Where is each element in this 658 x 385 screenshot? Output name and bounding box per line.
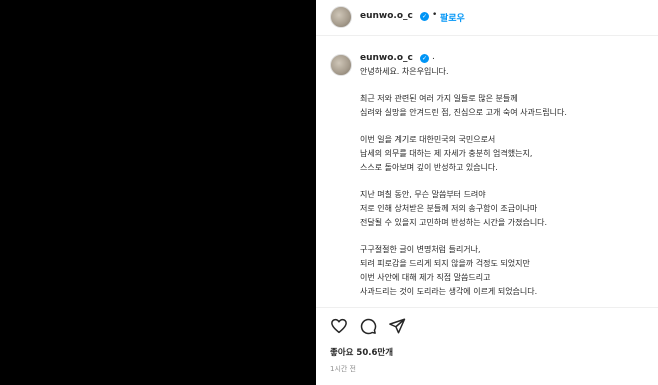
post-actions (316, 313, 658, 337)
post-media[interactable] (0, 0, 316, 385)
caption-line: 사과드리는 것이 도리라는 생각에 이르게 되었습니다. (360, 287, 538, 296)
caption-author-username[interactable]: eunwo.o_c (360, 53, 413, 63)
caption-line: 스스로 돌아보며 깊이 반성하고 있습니다. (360, 163, 498, 172)
caption-line: 납세의 의무를 대하는 제 자세가 충분히 엄격했는지, (360, 149, 533, 158)
caption-author-avatar[interactable] (330, 54, 352, 76)
share-icon (389, 318, 406, 334)
caption-line: 심려와 실망을 안겨드린 점, 진심으로 고개 숙여 사과드립니다. (360, 108, 567, 117)
caption-paragraph: 최근 저와 관련된 여러 가지 일들로 많은 분들께 심려와 실망을 안겨드린 … (360, 92, 650, 120)
like-button[interactable] (330, 317, 348, 335)
caption-verified-badge-icon: ✓ (420, 54, 429, 63)
header-separator: • (432, 10, 438, 20)
caption-line: 전달될 수 있을지 고민하며 반성하는 시간을 가졌습니다. (360, 218, 548, 227)
actions-divider (316, 307, 658, 308)
comment-icon (360, 318, 377, 335)
share-button[interactable] (388, 317, 406, 335)
follow-button[interactable]: 팔로우 (440, 11, 465, 24)
post-side-panel: eunwo.o_c ✓ • 팔로우 eunwo.o_c ✓ . 안녕하세요. 차… (316, 0, 658, 385)
post-timestamp[interactable]: 1시간 전 (330, 364, 356, 374)
caption-paragraph: 구구절절한 글이 변명처럼 들리거나, 되려 피로감을 드리게 되지 않을까 걱… (360, 243, 650, 299)
caption-line: 되려 피로감을 드리게 되지 않을까 걱정도 되었지만 (360, 259, 530, 268)
caption-paragraph: 지난 며칠 동안, 무슨 말씀부터 드려야 저로 인해 상처받은 분들께 저의 … (360, 188, 650, 230)
heart-icon (331, 318, 347, 334)
comment-button[interactable] (359, 317, 377, 335)
post-caption: 안녕하세요. 차은우입니다. 최근 저와 관련된 여러 가지 일들로 많은 분들… (360, 65, 650, 299)
caption-line: 이번 일을 계기로 대한민국의 국민으로서 (360, 135, 496, 144)
caption-line: 저로 인해 상처받은 분들께 저의 송구함이 조금이나마 (360, 204, 538, 213)
caption-separator: . (432, 52, 435, 62)
verified-badge-icon: ✓ (420, 12, 429, 21)
like-count[interactable]: 좋아요 50.6만개 (330, 346, 393, 358)
caption-paragraph: 안녕하세요. 차은우입니다. (360, 65, 650, 79)
caption-paragraph: 이번 일을 계기로 대한민국의 국민으로서 납세의 의무를 대하는 제 자세가 … (360, 133, 650, 175)
post-header: eunwo.o_c ✓ • 팔로우 (316, 0, 658, 36)
caption-line: 지난 며칠 동안, 무슨 말씀부터 드려야 (360, 190, 486, 199)
author-username[interactable]: eunwo.o_c (360, 11, 413, 21)
caption-line: 안녕하세요. 차은우입니다. (360, 67, 449, 76)
caption-line: 이번 사안에 대해 제가 직접 말씀드리고 (360, 273, 491, 282)
caption-line: 구구절절한 글이 변명처럼 들리거나, (360, 245, 481, 254)
author-avatar[interactable] (330, 6, 352, 28)
caption-line: 최근 저와 관련된 여러 가지 일들로 많은 분들께 (360, 94, 518, 103)
